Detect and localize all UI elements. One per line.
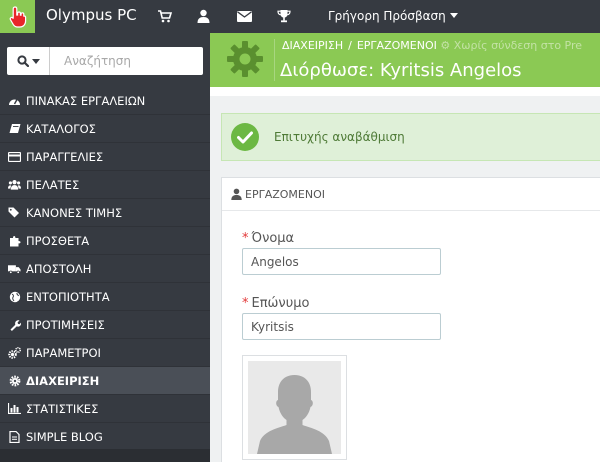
check-circle-icon: [231, 123, 259, 151]
toolbar-strip: [210, 87, 600, 96]
search-box: [7, 47, 203, 75]
trophy-icon[interactable]: [276, 8, 292, 24]
file-icon: [8, 430, 21, 443]
sidebar-item-administration[interactable]: ΔΙΑΧΕΙΡΙΣΗ: [0, 367, 210, 395]
user-icon[interactable]: [195, 8, 211, 24]
quick-access-label: Γρήγορη Πρόσβαση: [328, 9, 446, 23]
quick-access-dropdown[interactable]: Γρήγορη Πρόσβαση: [328, 9, 458, 23]
sidebar-item-label: SIMPLE BLOG: [26, 429, 103, 444]
cogs-icon: [8, 346, 21, 359]
sidebar-item-label: ΚΑΤΑΛΟΓΟΣ: [26, 121, 96, 136]
connection-status-text: ⚙ Χωρίς σύνδεση στο Pre: [440, 39, 582, 52]
user-silhouette-icon: [257, 375, 332, 454]
cogs-icon: ⚙: [440, 39, 451, 52]
sidebar-item-modules[interactable]: ΠΡΟΣΘΕΤΑ: [0, 227, 210, 255]
last-name-field[interactable]: [242, 313, 441, 340]
sidebar-item-label: ΠΡΟΣΘΕΤΑ: [26, 233, 90, 248]
sidebar-item-label: ΚΑΝΟΝΕΣ ΤΙΜΗΣ: [26, 205, 123, 220]
sidebar-item-dashboard[interactable]: ΠΙΝΑΚΑΣ ΕΡΓΑΛΕΙΩΝ: [0, 87, 210, 115]
sidebar-item-shipping[interactable]: ΑΠΟΣΤΟΛΗ: [0, 255, 210, 283]
first-name-field[interactable]: [242, 248, 441, 275]
header-divider: [274, 39, 275, 81]
cog-icon: [8, 375, 21, 387]
breadcrumb-separator: /: [348, 39, 352, 52]
sidebar-item-label: ΑΠΟΣΤΟΛΗ: [26, 261, 92, 276]
logo[interactable]: [0, 0, 35, 33]
last-name-label-text: Επώνυμο: [251, 296, 310, 311]
user-icon: [231, 188, 242, 200]
globe-icon: [8, 291, 21, 303]
shop-name[interactable]: Olympus PC: [46, 6, 137, 24]
sidebar-item-label: ΠΑΡΑΓΓΕΛΙΕΣ: [26, 149, 104, 164]
bar-chart-icon: [8, 403, 21, 415]
sidebar-item-catalog[interactable]: ΚΑΤΑΛΟΓΟΣ: [0, 115, 210, 143]
sidebar-item-localization[interactable]: ΕΝΤΟΠΙΟΤΗΤΑ: [0, 283, 210, 311]
required-mark: *: [242, 231, 249, 246]
sidebar-menu: ΠΙΝΑΚΑΣ ΕΡΓΑΛΕΙΩΝ ΚΑΤΑΛΟΓΟΣ ΠΑΡΑΓΓΕΛΙΕΣ …: [0, 87, 210, 451]
dashboard-icon: [8, 95, 21, 107]
required-mark: *: [242, 296, 249, 311]
breadcrumb-item-administration[interactable]: ΔΙΑΧΕΙΡΙΣΗ: [282, 39, 343, 52]
cog-icon: [227, 41, 263, 77]
sidebar: ΠΙΝΑΚΑΣ ΕΡΓΑΛΕΙΩΝ ΚΑΤΑΛΟΓΟΣ ΠΑΡΑΓΓΕΛΙΕΣ …: [0, 33, 210, 462]
sidebar-item-parameters[interactable]: ΠΑΡΑΜΕΤΡΟΙ: [0, 339, 210, 367]
puzzle-icon: [8, 235, 21, 247]
caret-down-icon: [31, 58, 40, 64]
tags-icon: [8, 207, 21, 219]
caret-down-icon: [449, 13, 458, 18]
success-alert: Επιτυχής αναβάθμιση: [221, 113, 600, 161]
sidebar-item-label: ΠΕΛΑΤΕΣ: [26, 177, 80, 192]
sidebar-item-stats[interactable]: ΣΤΑΤΙΣΤΙΚΕΣ: [0, 395, 210, 423]
credit-card-icon: [8, 151, 21, 163]
employee-panel: ΕΡΓΑΖΟΜΕΝΟΙ *Όνομα *Επώνυμο: [221, 177, 600, 462]
avatar[interactable]: [242, 355, 347, 460]
sidebar-item-orders[interactable]: ΠΑΡΑΓΓΕΛΙΕΣ: [0, 143, 210, 171]
sidebar-item-label: ΔΙΑΧΕΙΡΙΣΗ: [26, 373, 100, 388]
search-icon: [16, 55, 29, 67]
page-header: ΔΙΑΧΕΙΡΙΣΗ / ΕΡΓΑΖΟΜΕΝΟΙ ⚙ Χωρίς σύνδεση σ…: [210, 33, 600, 87]
top-navbar: Olympus PC Γρήγορη Πρόσβαση: [0, 0, 600, 33]
breadcrumb-item-employees[interactable]: ΕΡΓΑΖΟΜΕΝΟΙ: [357, 39, 437, 52]
hand-pointer-icon: [9, 5, 26, 28]
truck-icon: [8, 263, 21, 275]
sidebar-item-label: ΠΡΟΤΙΜΗΣΕΙΣ: [26, 317, 105, 332]
sidebar-item-label: ΠΙΝΑΚΑΣ ΕΡΓΑΛΕΙΩΝ: [26, 93, 146, 108]
wrench-icon: [8, 319, 21, 331]
group-icon: [8, 179, 21, 191]
sidebar-item-customers[interactable]: ΠΕΛΑΤΕΣ: [0, 171, 210, 199]
breadcrumb: ΔΙΑΧΕΙΡΙΣΗ / ΕΡΓΑΖΟΜΕΝΟΙ ⚙ Χωρίς σύνδεση σ…: [282, 39, 582, 52]
sidebar-footer: [0, 449, 210, 462]
search-input[interactable]: [51, 47, 201, 75]
connection-status-label: Χωρίς σύνδεση στο Pre: [453, 39, 583, 52]
search-type-button[interactable]: [7, 47, 50, 75]
first-name-label-text: Όνομα: [251, 231, 295, 246]
avatar-placeholder: [248, 361, 341, 454]
first-name-label: * Όνομα: [242, 231, 294, 246]
alert-message: Επιτυχής αναβάθμιση: [274, 130, 405, 144]
sidebar-item-preferences[interactable]: ΠΡΟΤΙΜΗΣΕΙΣ: [0, 311, 210, 339]
page-title: Διόρθωσε: Kyritsis Angelos: [280, 60, 522, 81]
sidebar-item-label: ΣΤΑΤΙΣΤΙΚΕΣ: [26, 401, 99, 416]
sidebar-item-price-rules[interactable]: ΚΑΝΟΝΕΣ ΤΙΜΗΣ: [0, 199, 210, 227]
panel-heading: ΕΡΓΑΖΟΜΕΝΟΙ: [222, 178, 600, 211]
sidebar-item-label: ΕΝΤΟΠΙΟΤΗΤΑ: [26, 289, 110, 304]
panel-heading-label: ΕΡΓΑΖΟΜΕΝΟΙ: [245, 187, 326, 201]
envelope-icon[interactable]: [236, 8, 252, 24]
sidebar-item-simple-blog[interactable]: SIMPLE BLOG: [0, 423, 210, 451]
last-name-label: * Επώνυμο: [242, 296, 309, 311]
book-icon: [8, 123, 21, 135]
sidebar-item-label: ΠΑΡΑΜΕΤΡΟΙ: [26, 345, 101, 360]
cart-icon[interactable]: [157, 8, 173, 24]
